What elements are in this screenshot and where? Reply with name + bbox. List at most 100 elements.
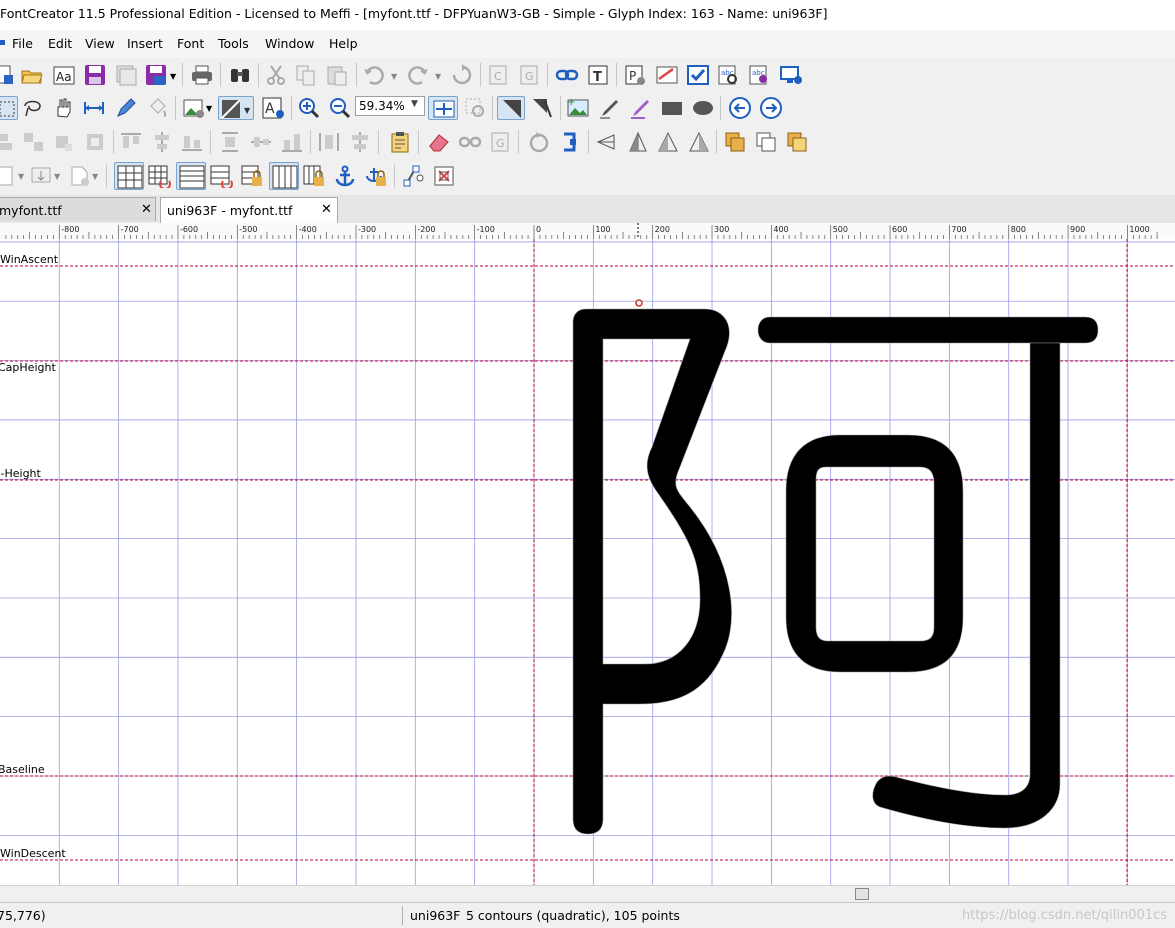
flip-vertical-icon[interactable]: [626, 130, 650, 154]
chevron-down-icon[interactable]: ▼: [54, 172, 60, 181]
glyph-canvas-svg[interactable]: [0, 239, 1175, 885]
glyph-properties-icon[interactable]: P: [623, 63, 647, 87]
show-vertical-guides-icon[interactable]: [269, 162, 299, 190]
background-image-icon[interactable]: [182, 96, 206, 120]
lock-vertical-guides-icon[interactable]: [302, 164, 326, 188]
export-icon[interactable]: [30, 164, 54, 188]
save-as-button[interactable]: [144, 63, 168, 87]
zoom-dropdown-chevron-icon[interactable]: ▼: [411, 99, 418, 109]
link-icon[interactable]: [555, 63, 579, 87]
zoom-in-icon[interactable]: [297, 96, 321, 120]
spell-check-icon[interactable]: abc: [717, 63, 741, 87]
validate-checkbox-icon[interactable]: [686, 63, 710, 87]
text-options-icon[interactable]: A: [261, 96, 285, 120]
align-center-icon[interactable]: [150, 130, 174, 154]
hinting-icon[interactable]: [432, 164, 456, 188]
subtract-icon[interactable]: [754, 130, 778, 154]
menu-help[interactable]: Help: [329, 36, 358, 51]
close-icon[interactable]: ✕: [141, 202, 152, 217]
paint-bucket-icon[interactable]: [145, 96, 169, 120]
open-button[interactable]: [20, 63, 44, 87]
align-left-icon[interactable]: [0, 130, 18, 154]
space-center-icon[interactable]: [348, 130, 372, 154]
menu-edit[interactable]: Edit: [48, 36, 72, 51]
highlighter-icon[interactable]: [629, 96, 653, 120]
vertical-hook-contour[interactable]: [872, 342, 1061, 829]
eraser-icon[interactable]: [427, 130, 451, 154]
menu-font[interactable]: Font: [177, 36, 204, 51]
ungroup-icon[interactable]: [53, 130, 77, 154]
chevron-down-icon[interactable]: ▼: [391, 72, 397, 81]
start-point-marker[interactable]: [635, 299, 643, 307]
horizontal-ruler[interactable]: -800 -700 -600 -500 -400 -300 -200 -100 0 100 200 3…: [0, 223, 1175, 240]
previous-glyph-icon[interactable]: [728, 96, 752, 120]
glyph-edit-canvas[interactable]: WinAscent CapHeight x-Height Baseline Wi…: [0, 239, 1175, 885]
contour-direction-icon[interactable]: [497, 96, 525, 120]
menu-view[interactable]: View: [85, 36, 115, 51]
combine-icon[interactable]: [83, 130, 107, 154]
copy-icon[interactable]: [294, 63, 318, 87]
zoom-fit-icon[interactable]: [428, 96, 458, 120]
chevron-down-icon[interactable]: ▼: [206, 104, 212, 113]
chevron-down-icon[interactable]: ▼: [92, 172, 98, 181]
text-preview-icon[interactable]: abc: [748, 63, 772, 87]
print-button[interactable]: [190, 63, 214, 87]
menu-window[interactable]: Window: [265, 36, 314, 51]
distribute-bottom-icon[interactable]: [280, 130, 304, 154]
lasso-select-icon[interactable]: [20, 96, 44, 120]
top-bar-contour[interactable]: [757, 316, 1099, 344]
snap-to-grid-icon[interactable]: [147, 164, 171, 190]
new-font-button[interactable]: [0, 63, 18, 87]
intersect-icon[interactable]: [785, 130, 809, 154]
rectangle-select-icon[interactable]: [0, 96, 18, 120]
scrollbar-thumb[interactable]: [855, 888, 869, 900]
zoom-selection-icon[interactable]: [463, 96, 487, 120]
distribute-center-icon[interactable]: [249, 130, 273, 154]
add-glyph-icon[interactable]: G: [517, 63, 541, 87]
show-guidelines-icon[interactable]: [176, 162, 206, 190]
tab-glyph-uni963f[interactable]: uni963F - myfont.ttf ✕: [160, 197, 338, 224]
font-properties-button[interactable]: Aa: [52, 63, 76, 87]
chevron-down-icon[interactable]: ▼: [170, 72, 176, 81]
metrics-editor-icon[interactable]: [655, 63, 679, 87]
space-horizontal-icon[interactable]: [317, 130, 341, 154]
lock-guidelines-icon[interactable]: [240, 164, 264, 188]
pen-tool-icon[interactable]: [114, 96, 138, 120]
redo-icon[interactable]: [406, 63, 430, 87]
knife-tool-icon[interactable]: [530, 96, 554, 120]
anchor-icon[interactable]: [333, 164, 357, 188]
menu-insert[interactable]: Insert: [127, 36, 163, 51]
rectangle-shape-icon[interactable]: [660, 96, 684, 120]
measure-icon[interactable]: [82, 96, 106, 120]
menu-file[interactable]: File: [12, 36, 33, 51]
close-icon[interactable]: ✕: [321, 202, 332, 217]
align-bottom-icon[interactable]: [180, 130, 204, 154]
cut-icon[interactable]: [264, 63, 288, 87]
hand-pan-icon[interactable]: [51, 96, 75, 120]
glyph-outline[interactable]: [572, 299, 1099, 835]
chevron-down-icon[interactable]: ▼: [435, 72, 441, 81]
add-composite-glyph-icon[interactable]: C: [486, 63, 510, 87]
test-install-icon[interactable]: [779, 63, 803, 87]
box-contour[interactable]: [785, 434, 964, 673]
show-grid-icon[interactable]: [114, 162, 144, 190]
insert-image-icon[interactable]: +: [566, 96, 590, 120]
rotate-icon[interactable]: [527, 130, 551, 154]
undo-icon[interactable]: [362, 63, 386, 87]
page-setup-icon[interactable]: [0, 164, 18, 188]
text-tool-icon[interactable]: T: [586, 63, 610, 87]
flip-left-icon[interactable]: [595, 130, 619, 154]
next-glyph-icon[interactable]: [759, 96, 783, 120]
union-icon[interactable]: [723, 130, 747, 154]
ellipse-shape-icon[interactable]: [691, 96, 715, 120]
fill-mode-icon[interactable]: ▼: [218, 96, 254, 120]
find-binoculars-icon[interactable]: [228, 63, 252, 87]
lock-anchors-icon[interactable]: [364, 164, 388, 188]
save-all-button[interactable]: [114, 63, 138, 87]
break-link-icon[interactable]: [458, 130, 482, 154]
glyph-reference-icon[interactable]: G: [488, 130, 512, 154]
skew-left-icon[interactable]: [656, 130, 680, 154]
snap-to-guidelines-icon[interactable]: [209, 164, 233, 190]
refresh-icon[interactable]: [450, 63, 474, 87]
pencil-brush-icon[interactable]: [598, 96, 622, 120]
